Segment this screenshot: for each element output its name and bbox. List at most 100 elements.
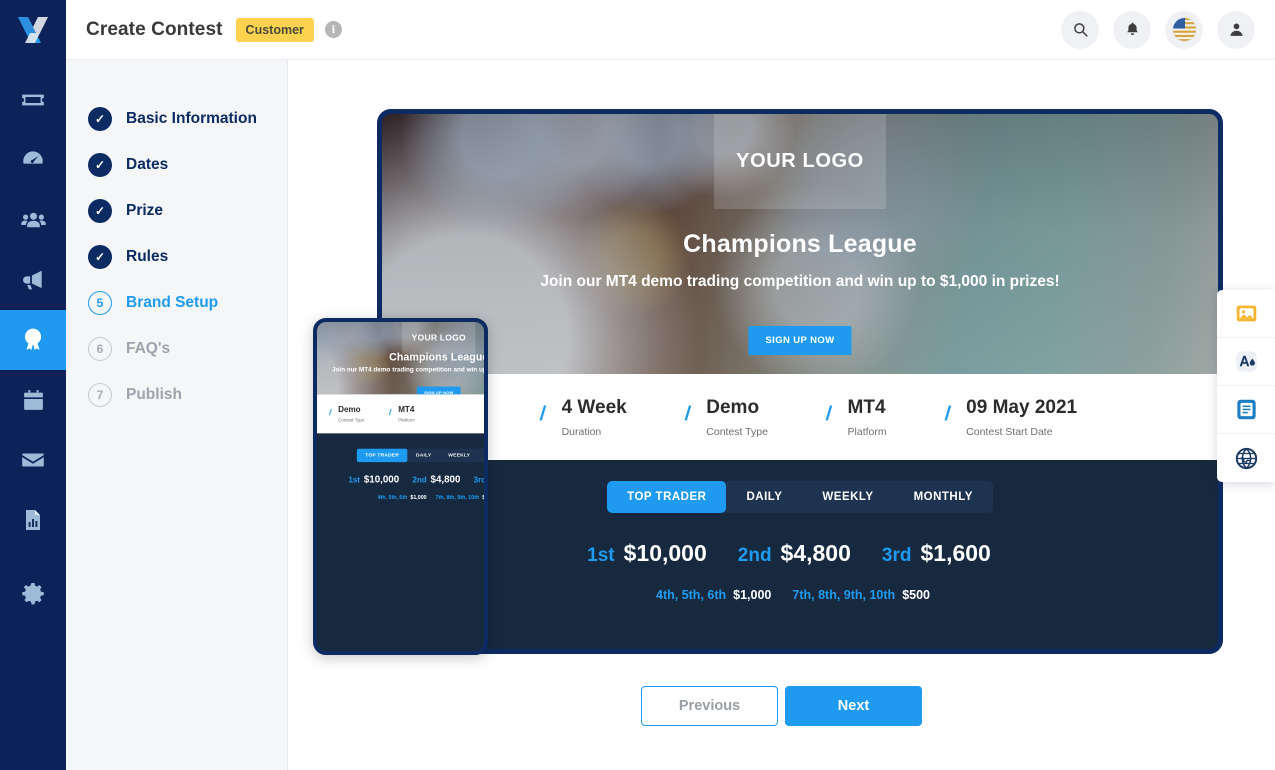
step-label: Rules [126, 248, 169, 265]
sidebar-item-calendar[interactable] [0, 370, 66, 430]
mobile-tab-weekly[interactable]: WEEKLY [440, 449, 479, 463]
megaphone-icon [23, 270, 42, 290]
mobile-signup-button[interactable]: SIGN UP NOW [416, 386, 461, 395]
language-button[interactable] [1165, 10, 1203, 49]
slash-divider-icon: / [538, 402, 547, 425]
step-marker: ✓ [88, 153, 112, 177]
prize-rank: 3rd [881, 545, 912, 566]
next-button[interactable]: Next [785, 686, 922, 726]
sidebar-item-users[interactable] [0, 190, 66, 250]
slash-divider-icon: / [824, 402, 833, 425]
logo-placeholder-label: YOUR LOGO [736, 150, 864, 172]
envelope-icon [22, 453, 44, 467]
app-root: Create Contest Customer i ✓ Basic Inform… [0, 0, 1275, 770]
step-marker: 6 [88, 337, 112, 361]
prize-rank: 1st [348, 475, 360, 485]
slash-divider-icon: / [683, 402, 692, 425]
prize-amount: $500 [902, 588, 930, 602]
user-menu-button[interactable] [1217, 10, 1255, 49]
info-icon[interactable]: i [324, 21, 342, 38]
mobile-prize-section: TOP TRADER DAILY WEEKLY MONTHLY 1st $10,… [317, 433, 484, 561]
sidebar-item-reports[interactable] [0, 490, 66, 550]
status-badge: Customer [235, 17, 314, 42]
wizard-steps: ✓ Basic Information ✓ Dates ✓ Prize ✓ Ru… [66, 60, 288, 770]
ticket-icon [22, 94, 44, 106]
info-value: 09 May 2021 [966, 396, 1078, 418]
mobile-tab-daily[interactable]: DAILY [408, 449, 440, 463]
sidebar-item-dashboard[interactable] [0, 130, 66, 190]
signup-button[interactable]: SIGN UP NOW [748, 326, 852, 355]
top-prizes: 1st $10,000 2nd $4,800 3rd $1,600 [587, 540, 1013, 567]
step-marker: 5 [88, 291, 112, 315]
info-value: MT4 [398, 405, 415, 415]
info-label: Contest Start Date [966, 425, 1053, 438]
info-value: 4 Week [561, 396, 627, 418]
notifications-button[interactable] [1113, 10, 1151, 49]
sidebar-item-settings[interactable] [0, 564, 66, 624]
prize-amount: $1,000 [733, 588, 772, 602]
desktop-preview-card: YOUR LOGO Champions League Join our MT4 … [377, 109, 1223, 654]
sidebar-item-messages[interactable] [0, 430, 66, 490]
step-label: Dates [126, 156, 169, 173]
step-marker: ✓ [88, 245, 112, 269]
info-label: Platform [398, 417, 415, 423]
previous-button[interactable]: Previous [641, 686, 778, 726]
tab-top-trader[interactable]: TOP TRADER [607, 481, 727, 513]
prize-amount: $1,600 [920, 540, 991, 566]
step-basic-information[interactable]: ✓ Basic Information [66, 96, 287, 142]
mobile-tab-monthly[interactable]: MONTHLY [479, 449, 484, 463]
rail-item-list [0, 70, 66, 624]
info-item-duration: / 4 Week Duration [538, 396, 685, 438]
tool-image-upload[interactable] [1217, 290, 1275, 338]
tool-content-document[interactable] [1217, 386, 1275, 434]
step-rules[interactable]: ✓ Rules [66, 234, 287, 280]
wizard-footer: Previous Next [288, 686, 1275, 726]
header-actions [1061, 10, 1255, 49]
step-faqs[interactable]: 6 FAQ's [66, 326, 287, 372]
contest-info-bar: / 4 Week Duration / Demo Contest Type / [382, 374, 1218, 460]
user-avatar-icon [1230, 23, 1242, 36]
step-dates[interactable]: ✓ Dates [66, 142, 287, 188]
top-header: Create Contest Customer i [66, 0, 1275, 60]
step-prize[interactable]: ✓ Prize [66, 188, 287, 234]
other-prizes: 4th, 5th, 6th $1,000 7th, 8th, 9th, 10th… [656, 588, 944, 602]
notifications-bell-icon [1126, 22, 1138, 35]
logo-placeholder[interactable]: YOUR LOGO [714, 114, 886, 209]
prize-rank: 2nd [412, 475, 427, 485]
tab-monthly[interactable]: MONTHLY [894, 481, 993, 513]
settings-gear-icon [22, 582, 44, 605]
rail-spacer [0, 550, 66, 564]
image-upload-icon [1236, 305, 1256, 322]
slash-divider-icon: / [943, 402, 952, 425]
slash-divider-icon: / [388, 407, 392, 417]
tool-typography-color[interactable] [1217, 338, 1275, 386]
prize-rank: 7th, 8th, 9th, 10th [435, 494, 480, 501]
step-marker: ✓ [88, 199, 112, 223]
step-publish[interactable]: 7 Publish [66, 372, 287, 418]
prize-tabs: TOP TRADER DAILY WEEKLY MONTHLY [607, 481, 993, 513]
content-document-icon [1236, 399, 1256, 420]
tab-weekly[interactable]: WEEKLY [802, 481, 893, 513]
prize-amount: $4,800 [430, 473, 461, 485]
info-label: Contest Type [338, 417, 365, 423]
step-label: Prize [126, 202, 164, 219]
mobile-info-item-duration: / 4 Week Duration [317, 405, 329, 422]
info-item-contest-type: / Demo Contest Type [683, 397, 826, 438]
sidebar-item-contests[interactable] [0, 310, 66, 370]
step-brand-setup[interactable]: 5 Brand Setup [66, 280, 287, 326]
prize-rank: 2nd [737, 545, 772, 566]
info-value: Demo [338, 405, 361, 415]
step-label: Publish [126, 386, 182, 403]
mobile-prize-tabs: TOP TRADER DAILY WEEKLY MONTHLY [356, 448, 484, 463]
tool-globe-language[interactable] [1217, 434, 1275, 482]
app-logo[interactable] [0, 0, 66, 60]
mobile-tab-top-trader[interactable]: TOP TRADER [356, 448, 408, 463]
hero-banner: YOUR LOGO Champions League Join our MT4 … [382, 114, 1218, 374]
sidebar-item-ticket[interactable] [0, 70, 66, 130]
search-button[interactable] [1061, 10, 1099, 49]
tab-daily[interactable]: DAILY [726, 481, 802, 513]
report-chart-icon [26, 510, 40, 530]
contest-subtitle: Join our MT4 demo trading competition an… [540, 273, 1060, 290]
sidebar-item-campaigns[interactable] [0, 250, 66, 310]
award-badge-icon [24, 328, 42, 351]
